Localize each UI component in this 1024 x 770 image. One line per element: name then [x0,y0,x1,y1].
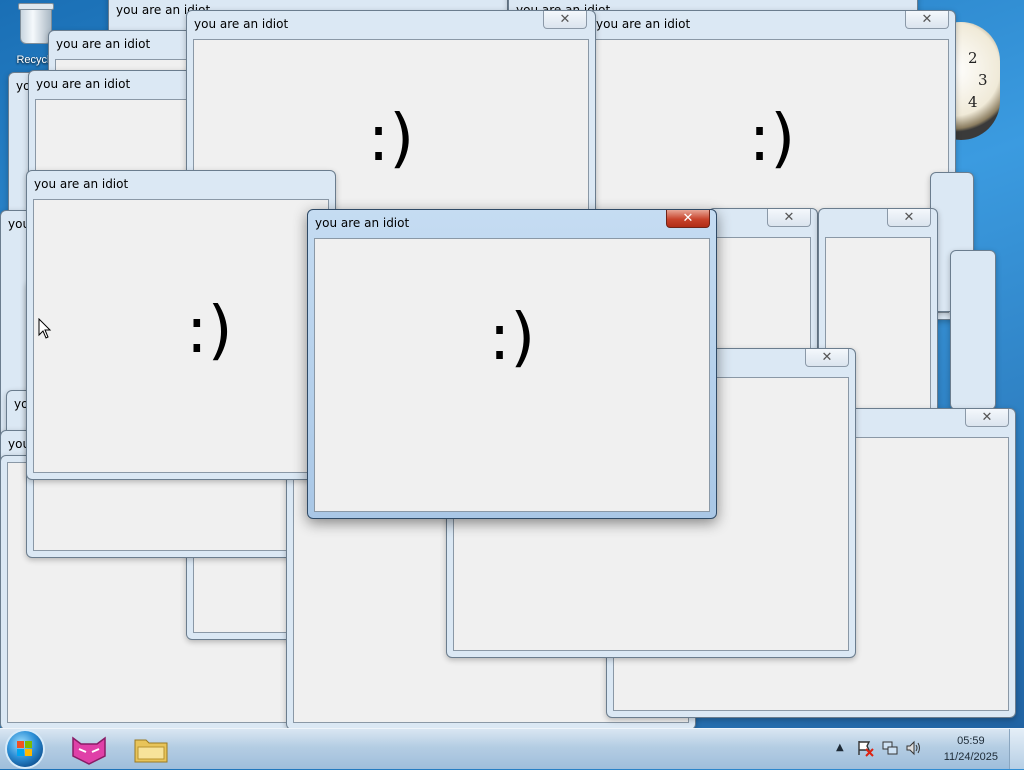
taskbar-app-explorer[interactable] [126,732,176,766]
close-button[interactable]: ✕ [767,209,811,227]
clock-number-2: 2 [968,49,978,67]
clock-number-3: 3 [978,71,988,89]
taskbar-app-cat[interactable] [64,732,114,766]
smiley-text: :) [488,301,536,375]
action-center-icon[interactable] [857,739,875,761]
window-title: you are an idiot [194,17,289,31]
clock-time: 05:59 [957,735,985,747]
folder-icon [134,739,168,763]
idiot-window[interactable] [950,250,996,410]
volume-icon[interactable] [905,739,923,761]
smiley-text: :) [748,102,796,176]
idiot-window-active[interactable]: you are an idiot ✕ :) [307,209,717,519]
taskbar: ▲ 05:59 11/24/2025 [0,728,1024,769]
smiley-text: :) [367,102,415,176]
window-body: :) [314,238,710,512]
close-button[interactable]: ✕ [905,11,949,29]
desktop: Recycle 2 3 4 you are an idiot you are a… [0,0,1024,728]
close-button[interactable]: ✕ [805,349,849,367]
window-title: you are an idiot [56,37,151,51]
close-button[interactable]: ✕ [543,11,587,29]
windows-logo-icon [17,741,33,757]
chevron-up-icon[interactable]: ▲ [836,742,844,753]
window-title: you are an idiot [596,17,691,31]
close-button[interactable]: ✕ [887,209,931,227]
window-body: :) [33,199,329,473]
start-button[interactable] [7,731,43,767]
cat-app-icon [72,736,106,765]
show-desktop-button[interactable] [1009,729,1024,769]
idiot-window[interactable]: you are an idiot :) [26,170,336,480]
window-title: you are an idiot [36,77,131,91]
window-title: you are an idiot [34,177,129,191]
clock-number-4: 4 [968,93,978,111]
close-button[interactable]: ✕ [666,210,710,228]
smiley-text: :) [186,294,233,368]
close-button[interactable]: ✕ [965,409,1009,427]
clock-date: 11/24/2025 [943,751,998,763]
system-clock[interactable]: 05:59 11/24/2025 [944,733,998,765]
window-title: you are an idiot [315,216,410,230]
network-icon[interactable] [881,739,899,761]
